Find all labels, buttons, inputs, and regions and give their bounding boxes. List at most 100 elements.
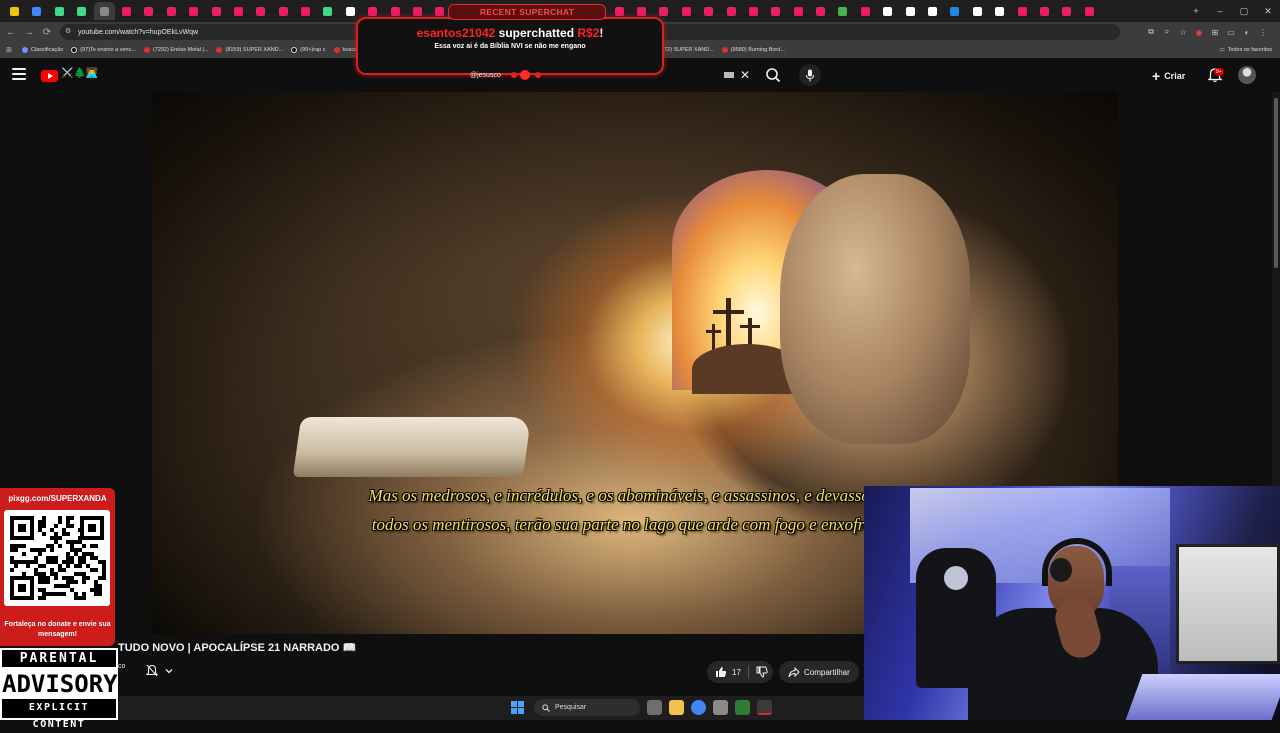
browser-tab[interactable] xyxy=(317,2,338,20)
browser-tab[interactable] xyxy=(273,2,294,20)
clear-search-icon[interactable]: ✕ xyxy=(740,68,750,82)
bookmark-item[interactable]: (97)Te ensino a venc... xyxy=(71,47,136,53)
qr-module xyxy=(86,576,90,580)
qr-module xyxy=(42,576,46,580)
browser-tab[interactable] xyxy=(4,2,25,20)
browser-tab[interactable] xyxy=(743,2,764,20)
like-button[interactable]: 17 xyxy=(715,666,741,678)
new-tab-button[interactable]: + xyxy=(1184,0,1208,22)
browser-tab[interactable] xyxy=(26,2,47,20)
browser-tab[interactable] xyxy=(855,2,876,20)
windows-start-icon[interactable] xyxy=(511,701,524,714)
browser-tab[interactable] xyxy=(765,2,786,20)
browser-tab[interactable] xyxy=(49,2,70,20)
qr-module xyxy=(66,540,70,544)
reload-icon[interactable]: ⟳ xyxy=(38,23,56,41)
browser-tab[interactable] xyxy=(1012,2,1033,20)
browser-menu-icon[interactable]: ⋮ xyxy=(1258,27,1268,37)
all-bookmarks-button[interactable]: ▭ Todos os favoritos xyxy=(1219,42,1272,58)
browser-tab[interactable] xyxy=(877,2,898,20)
account-avatar[interactable] xyxy=(1238,66,1256,84)
browser-tab[interactable] xyxy=(93,2,115,20)
youtube-logo[interactable] xyxy=(41,70,58,82)
site-info-icon[interactable]: ⚙ xyxy=(65,27,71,35)
settings-icon[interactable] xyxy=(713,700,728,715)
browser-tab[interactable] xyxy=(788,2,809,20)
bookmark-item[interactable]: Classificação xyxy=(21,47,63,53)
profile-icon[interactable]: ◐ xyxy=(1242,27,1252,37)
browser-tab[interactable] xyxy=(698,2,719,20)
voice-search-button[interactable] xyxy=(799,64,821,86)
browser-tab[interactable] xyxy=(71,2,92,20)
bookmark-item[interactable]: (8159) SUPER XAND... xyxy=(216,47,283,53)
browser-tab[interactable] xyxy=(832,2,853,20)
forward-icon[interactable]: → xyxy=(20,23,38,41)
browser-tab[interactable] xyxy=(900,2,921,20)
browser-tab[interactable] xyxy=(138,2,159,20)
browser-tab[interactable] xyxy=(944,2,965,20)
browser-tab[interactable] xyxy=(1079,2,1100,20)
puzzle-icon[interactable]: ⊞ xyxy=(1210,27,1220,37)
browser-tab[interactable] xyxy=(922,2,943,20)
browser-tab[interactable] xyxy=(116,2,137,20)
extension-icon[interactable]: ◉ xyxy=(1194,27,1204,37)
scrollbar-thumb[interactable] xyxy=(1274,98,1278,268)
superchat-handle: @jesusco xyxy=(470,72,501,79)
back-icon[interactable]: ← xyxy=(2,23,20,41)
browser-tab[interactable] xyxy=(1034,2,1055,20)
hamburger-menu-icon[interactable] xyxy=(12,68,26,80)
thumbs-down-icon[interactable] xyxy=(756,666,768,678)
keyboard-icon[interactable] xyxy=(724,72,734,78)
channel-name-fragment[interactable]: co xyxy=(118,663,125,670)
share-button[interactable]: Compartilhar xyxy=(779,661,859,683)
donation-text: Fortaleça no donate e envie sua mensagem… xyxy=(4,621,111,638)
subscription-bell-icon[interactable] xyxy=(146,664,158,678)
qr-module xyxy=(82,552,86,556)
create-button[interactable]: + Criar xyxy=(1152,67,1185,85)
page-scrollbar[interactable] xyxy=(1272,92,1280,486)
browser-tab[interactable] xyxy=(676,2,697,20)
tab-favicon-icon xyxy=(368,6,378,16)
browser-tab[interactable] xyxy=(183,2,204,20)
browser-tab[interactable] xyxy=(721,2,742,20)
install-icon[interactable]: ⧉ xyxy=(1146,27,1156,37)
close-window-button[interactable]: ✕ xyxy=(1256,0,1280,22)
minimize-button[interactable]: – xyxy=(1208,0,1232,22)
zoom-icon[interactable]: ⌕ xyxy=(1162,27,1172,37)
chevron-down-icon[interactable] xyxy=(164,666,174,676)
advisory-line-3: EXPLICIT CONTENT xyxy=(28,702,90,730)
qr-module xyxy=(74,592,78,596)
bookmark-item[interactable]: (7292) Enéas Metal |... xyxy=(143,47,208,53)
browser-tab[interactable] xyxy=(161,2,182,20)
browser-tab[interactable] xyxy=(340,2,361,20)
taskbar-search[interactable]: Pesquisar xyxy=(534,699,640,716)
browser-tab[interactable] xyxy=(810,2,831,20)
browser-tab[interactable] xyxy=(206,2,227,20)
qr-module xyxy=(22,572,26,576)
qr-module xyxy=(50,556,54,560)
browser-tab[interactable] xyxy=(250,2,271,20)
browser-tab[interactable] xyxy=(967,2,988,20)
streaming-app-icon[interactable] xyxy=(757,700,772,715)
bookmark-item[interactable]: (99+)rap c xyxy=(291,47,326,53)
file-explorer-icon[interactable] xyxy=(669,700,684,715)
qr-module xyxy=(58,584,62,588)
bookmark-item[interactable]: (9580) Burning Bord... xyxy=(721,47,785,53)
qr-module xyxy=(90,552,94,556)
maximize-button[interactable]: ▢ xyxy=(1232,0,1256,22)
chrome-icon[interactable] xyxy=(691,700,706,715)
bookmark-star-icon[interactable]: ☆ xyxy=(1178,27,1188,37)
apps-icon[interactable]: ⊞ xyxy=(6,46,12,54)
xbox-icon[interactable] xyxy=(735,700,750,715)
video-cross-left-bar xyxy=(706,330,721,333)
superchat-alert: esantos21042 superchatted R$2! Essa voz … xyxy=(356,17,664,75)
browser-tab[interactable] xyxy=(1056,2,1077,20)
sidebar-icon[interactable]: ▭ xyxy=(1226,27,1236,37)
qr-module xyxy=(26,560,30,564)
browser-tab[interactable] xyxy=(989,2,1010,20)
browser-tab[interactable] xyxy=(228,2,249,20)
search-icon[interactable] xyxy=(762,64,784,86)
qr-module xyxy=(94,556,98,560)
task-view-icon[interactable] xyxy=(647,700,662,715)
browser-tab[interactable] xyxy=(295,2,316,20)
